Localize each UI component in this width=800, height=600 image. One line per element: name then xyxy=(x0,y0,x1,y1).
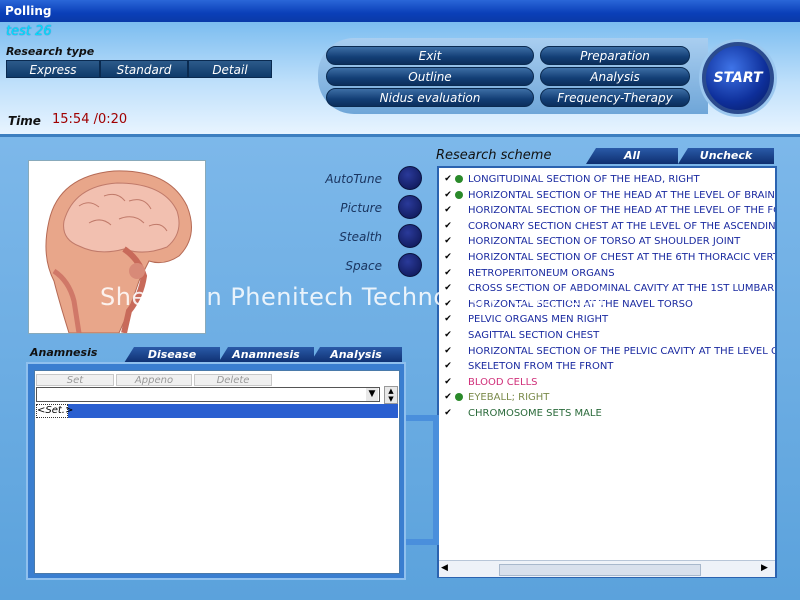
outline-button[interactable]: Outline xyxy=(326,67,534,86)
list-item[interactable]: ✔ SKELETON FROM THE FRONT xyxy=(439,359,775,374)
list-item[interactable]: ✔ CORONARY SECTION CHEST AT THE LEVEL OF … xyxy=(439,219,777,234)
list-item-label: HORIZONTAL SECTION OF CHEST AT THE 6TH T… xyxy=(468,252,777,263)
status-dot-icon xyxy=(455,175,463,183)
panel-connector xyxy=(406,415,439,545)
list-item-label: HORIZONTAL SECTION OF THE HEAD AT THE LE… xyxy=(468,205,777,217)
list-item[interactable]: ✔ LONGITUDINAL SECTION OF THE HEAD, RIGHT xyxy=(439,172,775,187)
status-dot-icon xyxy=(455,190,463,199)
anamnesis-combo[interactable] xyxy=(36,387,380,402)
set-cell[interactable]: <Set.> xyxy=(36,404,73,418)
checkbox[interactable]: ✔ xyxy=(443,221,453,231)
list-item[interactable]: ✔ PELVIC ORGANS MEN RIGHT xyxy=(439,312,775,327)
autotune-toggle[interactable] xyxy=(398,166,422,190)
time-label: Time xyxy=(8,114,41,128)
space-toggle[interactable] xyxy=(398,253,422,277)
tab-anamnesis[interactable]: Anamnesis xyxy=(218,347,314,363)
checkbox[interactable]: ✔ xyxy=(443,361,453,371)
chevron-down-icon[interactable]: ▼ xyxy=(366,388,378,401)
picture-toggle[interactable] xyxy=(398,195,422,219)
start-button[interactable]: START xyxy=(702,42,774,114)
checkbox[interactable]: ✔ xyxy=(443,377,453,387)
research-type-detail-button[interactable]: Detail xyxy=(188,60,272,78)
list-item-label: PELVIC ORGANS MEN RIGHT xyxy=(468,314,609,326)
checkbox[interactable]: ✔ xyxy=(443,236,453,246)
research-scheme-list[interactable]: ✔ LONGITUDINAL SECTION OF THE HEAD, RIGHT… xyxy=(437,166,777,578)
divider xyxy=(0,134,800,137)
list-item-label: BLOOD CELLS xyxy=(468,376,538,388)
tab-disease[interactable]: Disease xyxy=(124,347,220,363)
list-item[interactable]: ✔ RETROPERITONEUM ORGANS xyxy=(439,266,775,281)
space-label: Space xyxy=(345,259,382,273)
list-item[interactable]: ✔ HORIZONTAL SECTION OF CHEST AT THE 6TH … xyxy=(439,250,777,265)
list-item-label: CORONARY SECTION CHEST AT THE LEVEL OF T… xyxy=(468,220,777,232)
checkbox[interactable]: ✔ xyxy=(443,314,453,324)
list-item[interactable]: ✔ BLOOD CELLS xyxy=(439,375,775,390)
tab-uncheck[interactable]: Uncheck xyxy=(678,148,774,164)
scroll-right-icon[interactable]: ▶ xyxy=(761,563,768,573)
list-item-label: HORIZONTAL SECTION OF TORSO AT SHOULDER … xyxy=(468,236,741,248)
list-item[interactable]: ✔ HORIZONTAL SECTION OF THE HEAD AT THE L… xyxy=(439,188,777,203)
patient-name: test 26 xyxy=(6,24,52,39)
research-type-label: Research type xyxy=(6,45,95,58)
checkbox[interactable]: ✔ xyxy=(443,268,453,278)
status-dot-icon xyxy=(455,393,463,402)
time-value: 15:54 /0:20 xyxy=(52,112,128,127)
checkbox[interactable]: ✔ xyxy=(443,205,453,215)
research-type-standard-button[interactable]: Standard xyxy=(100,60,188,78)
list-item-label: LONGITUDINAL SECTION OF THE HEAD, RIGHT xyxy=(468,174,700,185)
stealth-toggle[interactable] xyxy=(398,224,422,248)
autotune-label: AutoTune xyxy=(325,172,382,186)
tab-all[interactable]: All xyxy=(586,148,678,164)
checkbox[interactable]: ✔ xyxy=(443,252,453,262)
list-item-label: EYEBALL; RIGHT xyxy=(468,392,550,404)
nidus-evaluation-button[interactable]: Nidus evaluation xyxy=(326,88,534,107)
frequency-therapy-button[interactable]: Frequency-Therapy xyxy=(540,88,690,107)
delete-button[interactable]: Delete xyxy=(194,374,272,386)
watermark: Shenzhen Phenitech Technology Co., Ltd xyxy=(100,283,606,311)
preparation-button[interactable]: Preparation xyxy=(540,46,690,65)
spin-control[interactable]: ▲ ▼ xyxy=(384,386,398,404)
append-button[interactable]: Appeno xyxy=(116,374,192,386)
research-type-express-button[interactable]: Express xyxy=(6,60,100,78)
anamnesis-label: Anamnesis xyxy=(30,346,98,359)
window-title-bar: Polling xyxy=(0,0,800,22)
exit-button[interactable]: Exit xyxy=(326,46,534,65)
list-item[interactable]: ✔ HORIZONTAL SECTION OF THE PELVIC CAVITY… xyxy=(439,344,777,359)
list-item-label: CHROMOSOME SETS MALE xyxy=(468,408,602,419)
list-item[interactable]: ✔ HORIZONTAL SECTION OF THE HEAD AT THE L… xyxy=(439,203,777,218)
list-item-label: SKELETON FROM THE FRONT xyxy=(468,361,614,373)
selected-row[interactable] xyxy=(36,404,398,418)
list-item-label: HORIZONTAL SECTION OF THE HEAD AT THE LE… xyxy=(468,189,777,201)
scroll-thumb[interactable] xyxy=(499,564,701,576)
checkbox[interactable]: ✔ xyxy=(443,392,453,402)
list-item-label: SAGITTAL SECTION CHEST xyxy=(468,330,600,341)
analysis-button[interactable]: Analysis xyxy=(540,67,690,86)
checkbox[interactable]: ✔ xyxy=(443,330,453,340)
picture-label: Picture xyxy=(340,201,382,215)
checkbox[interactable]: ✔ xyxy=(443,190,453,200)
list-item-label: HORIZONTAL SECTION OF THE PELVIC CAVITY … xyxy=(468,345,777,357)
list-item[interactable]: ✔ EYEBALL; RIGHT xyxy=(439,390,775,405)
stealth-label: Stealth xyxy=(339,230,382,244)
list-item[interactable]: ✔ CHROMOSOME SETS MALE xyxy=(439,406,775,421)
scroll-left-icon[interactable]: ◀ xyxy=(441,563,448,573)
horizontal-scrollbar[interactable]: ◀ ▶ xyxy=(439,560,775,577)
checkbox[interactable]: ✔ xyxy=(443,408,453,418)
research-scheme-label: Research scheme xyxy=(436,148,552,163)
list-item[interactable]: ✔ SAGITTAL SECTION CHEST xyxy=(439,328,775,343)
set-button[interactable]: Set xyxy=(36,374,114,386)
tab-analysis[interactable]: Analysis xyxy=(310,347,402,363)
list-item[interactable]: ✔ HORIZONTAL SECTION OF TORSO AT SHOULDER… xyxy=(439,234,775,249)
checkbox[interactable]: ✔ xyxy=(443,174,453,184)
list-item-label: RETROPERITONEUM ORGANS xyxy=(468,267,615,279)
checkbox[interactable]: ✔ xyxy=(443,346,453,356)
